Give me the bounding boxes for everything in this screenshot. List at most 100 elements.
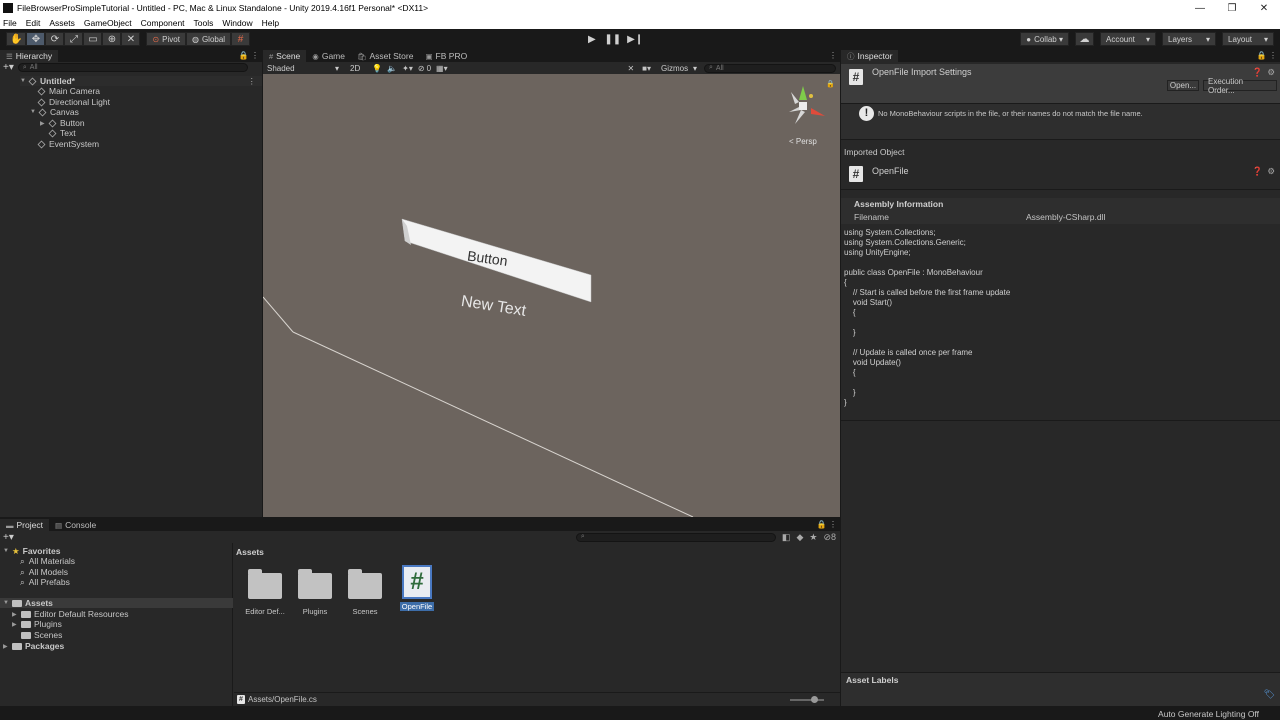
grid-dropdown-icon[interactable]: ▦▾	[436, 64, 448, 73]
tools-icon[interactable]: ✕	[627, 64, 634, 73]
menu-tools[interactable]: Tools	[194, 18, 214, 28]
slider-thumb[interactable]	[811, 695, 818, 703]
pivot-toggle[interactable]: ⊙ Pivot	[146, 32, 186, 46]
hierarchy-item-eventsystem[interactable]: EventSystem	[37, 139, 99, 149]
hidden-objects-icon[interactable]: ⊘	[418, 64, 425, 73]
shading-dropdown[interactable]: Shaded ▾	[263, 63, 343, 73]
move-tool-icon[interactable]: ✥	[26, 32, 46, 46]
tab-inspector[interactable]: ⓘ Inspector	[841, 50, 899, 62]
close-button[interactable]: ✕	[1248, 3, 1280, 14]
minimize-button[interactable]: —	[1184, 3, 1216, 14]
packages-root[interactable]: ▶ Packages	[3, 641, 64, 651]
search-by-type-icon[interactable]: ◧	[782, 532, 791, 543]
hidden-packages-icon[interactable]: ⊘	[823, 532, 831, 543]
menu-window[interactable]: Window	[222, 18, 252, 28]
favorites-star-icon[interactable]: ★	[809, 532, 817, 543]
asset-folder-editor-default[interactable]: Editor Def...	[241, 569, 289, 616]
layers-dropdown[interactable]: Layers ▾	[1162, 32, 1216, 46]
settings-gear-icon[interactable]: ⚙	[1267, 166, 1275, 177]
scene-viewport[interactable]: Button New Text < Persp 🔒	[263, 74, 840, 517]
tab-scene[interactable]: # Scene	[263, 50, 307, 62]
hierarchy-item-directional-light[interactable]: Directional Light	[37, 97, 110, 107]
2d-toggle[interactable]: 2D	[346, 63, 365, 73]
menu-file[interactable]: File	[3, 18, 17, 28]
project-menu-icon[interactable]: 🔒 ⋮	[817, 520, 837, 529]
open-button[interactable]: Open...	[1167, 80, 1199, 91]
search-by-label-icon[interactable]: ◆	[796, 532, 803, 543]
account-dropdown[interactable]: Account ▾	[1100, 32, 1156, 46]
effects-dropdown-icon[interactable]: ✦▾	[402, 64, 413, 73]
menu-edit[interactable]: Edit	[26, 18, 41, 28]
hierarchy-item-text[interactable]: Text	[48, 128, 76, 138]
folder-icon	[298, 569, 332, 599]
global-toggle[interactable]: ◍ Global	[185, 32, 232, 46]
grid-snap-icon[interactable]: #	[231, 32, 251, 46]
execution-order-button[interactable]: Execution Order...	[1203, 77, 1277, 95]
scene-menu-icon[interactable]: ⋮	[248, 76, 257, 87]
pause-button[interactable]: ❚❚	[601, 32, 625, 46]
hierarchy-item-untitled[interactable]: ▼ Untitled* ⋮	[20, 76, 262, 86]
favorite-item[interactable]: ⌕ All Prefabs	[20, 577, 70, 588]
transform-tool-icon[interactable]: ⊕	[102, 32, 122, 46]
camera-dropdown-icon[interactable]: ■▾	[642, 64, 651, 73]
asset-script-openfile[interactable]: # OpenFile	[393, 565, 441, 611]
help-icon[interactable]: ❓	[1252, 166, 1263, 177]
tab-console[interactable]: ▤ Console	[48, 519, 103, 531]
tab-asset-store[interactable]: 🛍 Asset Store	[350, 50, 420, 62]
tab-game[interactable]: ◉ Game	[306, 50, 351, 62]
scene-search-input[interactable]: ⌕ All	[704, 63, 836, 73]
audio-toggle-icon[interactable]: 🔈	[387, 64, 397, 73]
tab-project[interactable]: ▬ Project	[0, 519, 49, 531]
lighting-toggle-icon[interactable]: 💡	[372, 64, 382, 73]
lighting-status[interactable]: Auto Generate Lighting Off	[1158, 709, 1259, 719]
tab-fb-pro[interactable]: ▣ FB PRO	[419, 50, 474, 62]
expand-arrow-icon[interactable]: ▼	[3, 548, 12, 554]
collab-dropdown[interactable]: ● Collab ▾	[1020, 32, 1069, 46]
custom-tool-icon[interactable]: ✕	[121, 32, 141, 46]
create-add-icon[interactable]: +▾	[3, 532, 14, 543]
create-add-icon[interactable]: +▾	[3, 62, 14, 73]
menu-component[interactable]: Component	[141, 18, 185, 28]
play-button[interactable]: ▶	[582, 32, 602, 46]
folder-icon	[248, 569, 282, 599]
inspector-menu-icon[interactable]: 🔒 ⋮	[1257, 51, 1277, 60]
layout-dropdown[interactable]: Layout ▾	[1222, 32, 1274, 46]
assets-root[interactable]: ▼ Assets	[0, 598, 233, 608]
scene-menu-icon[interactable]: ⋮	[829, 51, 837, 60]
scale-tool-icon[interactable]: ⤢	[64, 32, 84, 46]
hierarchy-item-main-camera[interactable]: Main Camera	[37, 86, 100, 96]
hand-tool-icon[interactable]: ✋	[6, 32, 27, 46]
cloud-icon[interactable]: ☁	[1075, 32, 1094, 46]
favorites-header[interactable]: ▼ ★ Favorites	[3, 546, 60, 557]
asset-folder-scenes[interactable]: Scenes	[341, 569, 389, 616]
menu-assets[interactable]: Assets	[49, 18, 75, 28]
menu-gameobject[interactable]: GameObject	[84, 18, 132, 28]
favorite-item[interactable]: ⌕ All Models	[20, 567, 68, 578]
asset-breadcrumb[interactable]: Assets	[236, 547, 264, 557]
rect-tool-icon[interactable]: ▭	[83, 32, 103, 46]
collapse-arrow-icon[interactable]: ▶	[3, 643, 12, 650]
asset-folder-item[interactable]: ▶ Plugins	[12, 619, 62, 629]
hierarchy-menu-icon[interactable]: 🔒 ⋮	[239, 51, 259, 60]
asset-folder-item[interactable]: ▶ Editor Default Resources	[12, 609, 129, 619]
favorite-item[interactable]: ⌕ All Materials	[20, 556, 75, 567]
asset-folder-plugins[interactable]: Plugins	[291, 569, 339, 616]
collapse-arrow-icon[interactable]: ▶	[12, 611, 21, 618]
hierarchy-item-canvas[interactable]: ▼ Canvas	[30, 107, 79, 117]
icon-size-slider[interactable]	[790, 695, 824, 703]
expand-arrow-icon[interactable]: ▼	[3, 600, 12, 606]
hierarchy-toolbar: +▾ ⌕ All	[0, 62, 262, 73]
tab-hierarchy[interactable]: ☰ Hierarchy	[0, 50, 59, 62]
label-tag-icon[interactable]: 🏷	[1264, 689, 1275, 700]
step-button[interactable]: ▶❙	[624, 32, 647, 46]
collapse-arrow-icon[interactable]: ▶	[12, 621, 21, 628]
menu-help[interactable]: Help	[262, 18, 279, 28]
hierarchy-search-input[interactable]: ⌕ All	[17, 63, 248, 72]
rotate-tool-icon[interactable]: ⟳	[45, 32, 65, 46]
hierarchy-item-button[interactable]: ▶ Button	[40, 118, 85, 128]
asset-folder-item[interactable]: Scenes	[21, 630, 62, 640]
gizmos-dropdown[interactable]: Gizmos ▾	[657, 63, 701, 73]
project-tabstrip: ▬ Project ▤ Console 🔒 ⋮	[0, 519, 840, 531]
restore-button[interactable]: ❐	[1216, 3, 1248, 14]
project-search-input[interactable]: ⌕	[575, 532, 776, 542]
